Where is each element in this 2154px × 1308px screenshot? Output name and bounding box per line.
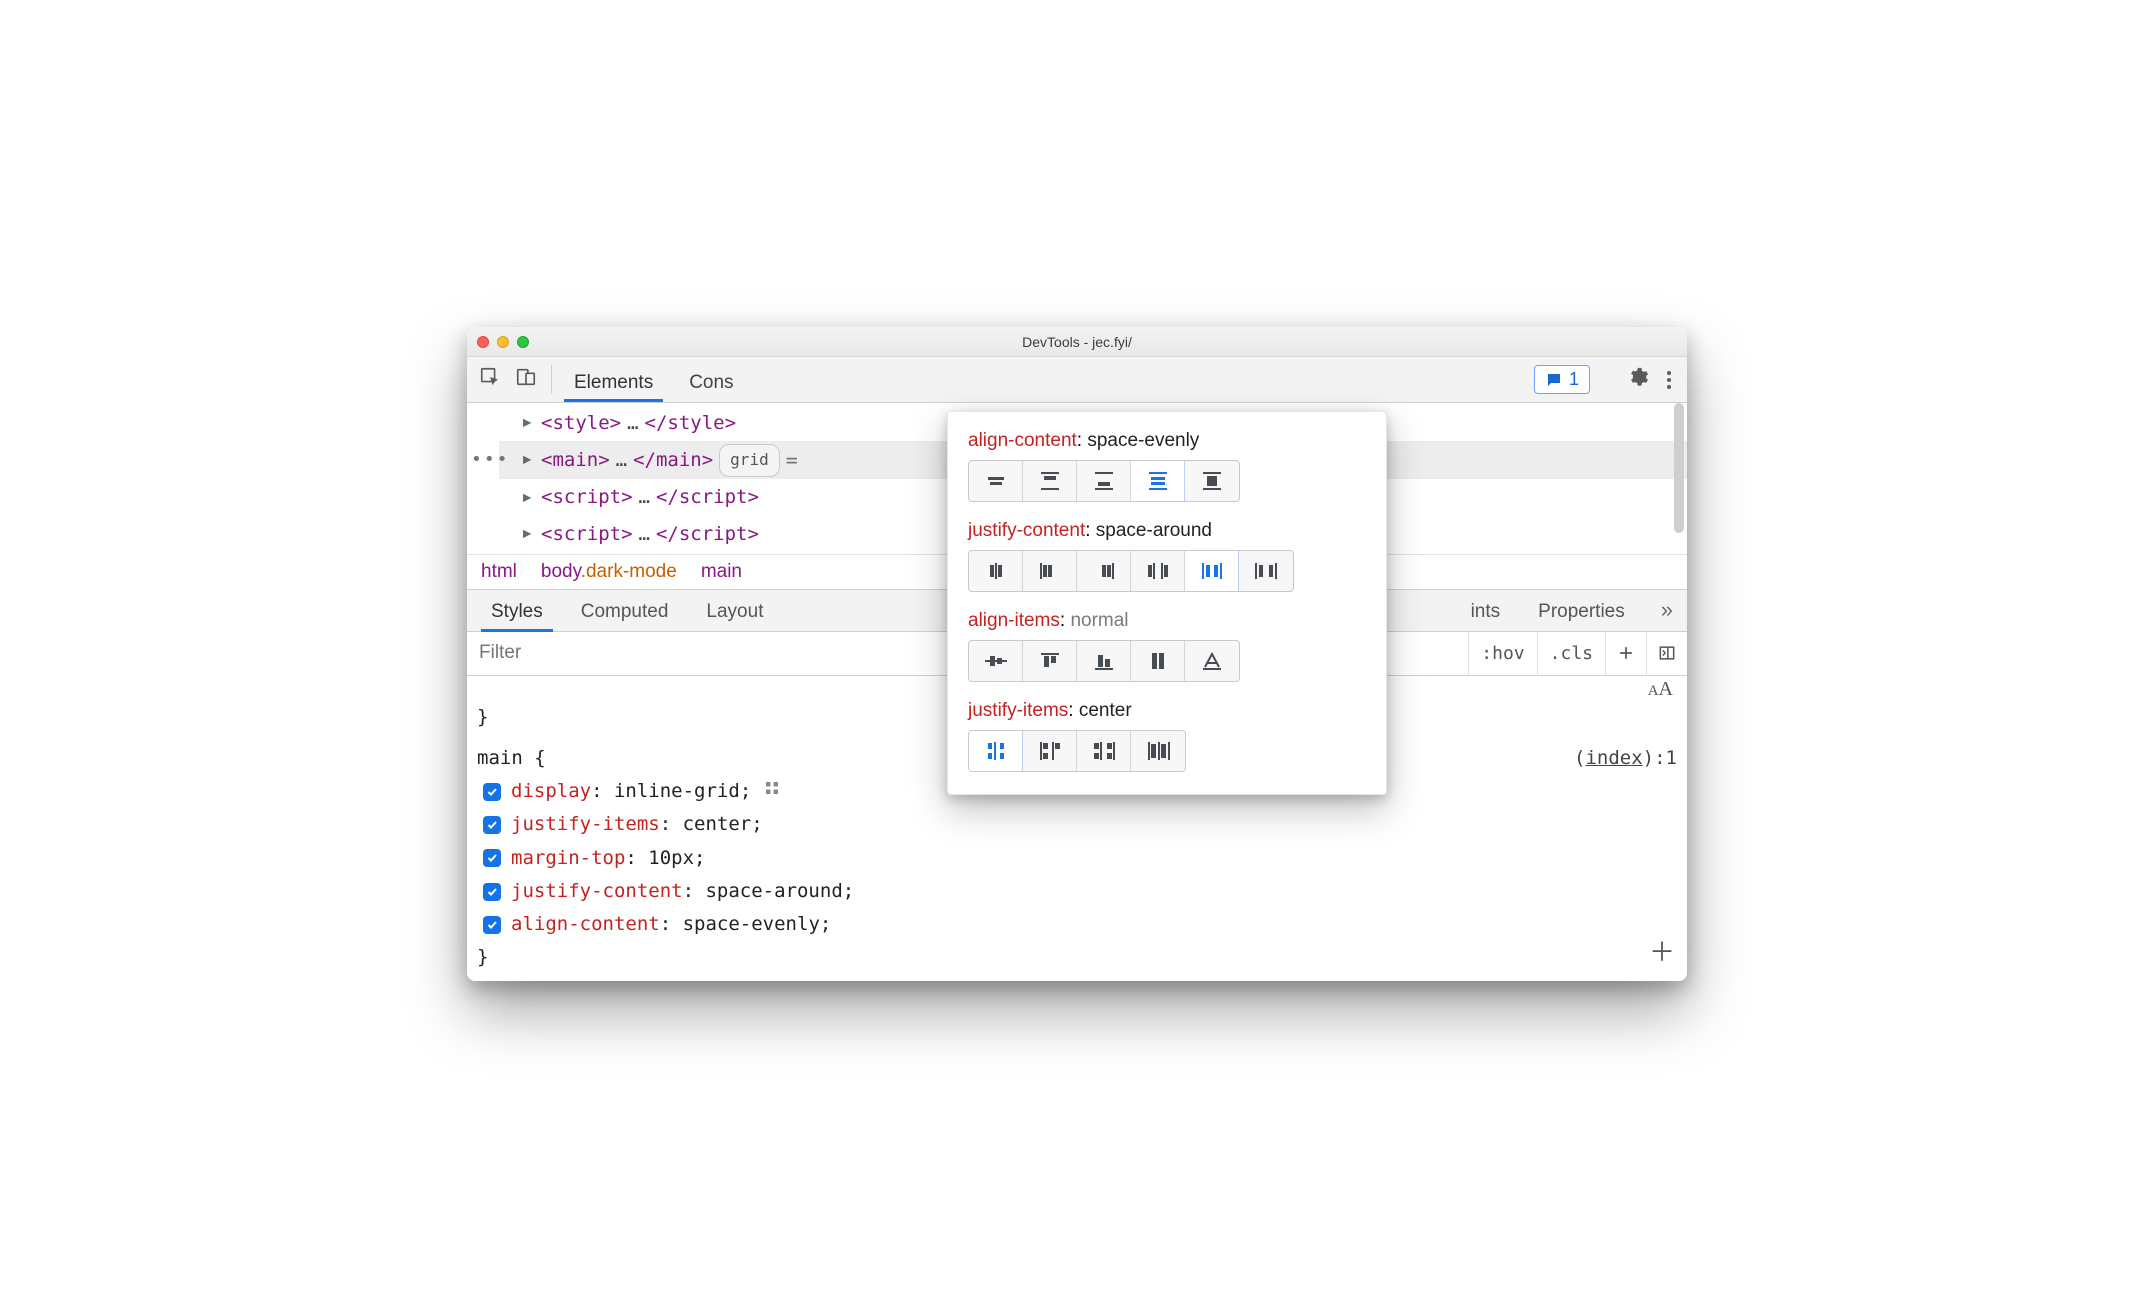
font-size-icon[interactable]: AA: [1648, 678, 1673, 701]
style-declaration[interactable]: align-content: space-evenly;: [477, 908, 1677, 941]
align-items-stretch-icon[interactable]: [1131, 641, 1185, 681]
justify-content-space-between-icon[interactable]: [1131, 551, 1185, 591]
justify-content-options: [968, 550, 1294, 592]
style-declaration[interactable]: justify-content: space-around;: [477, 875, 1677, 908]
overflow-tabs-icon[interactable]: »: [1647, 589, 1687, 631]
justify-items-section: justify-items: center: [968, 700, 1366, 772]
gear-icon[interactable]: [1627, 366, 1649, 393]
inspect-icon[interactable]: [479, 366, 501, 393]
align-items-start-icon[interactable]: [1023, 641, 1077, 681]
align-content-center-icon[interactable]: [969, 461, 1023, 501]
grid-badge[interactable]: grid: [719, 444, 780, 476]
breadcrumb-item[interactable]: main: [701, 561, 742, 583]
justify-content-space-around-icon[interactable]: [1185, 551, 1239, 591]
overflow-icon[interactable]: •••: [471, 443, 510, 477]
rule-source[interactable]: ((index):1index):1: [1574, 742, 1677, 775]
tab-properties[interactable]: Properties: [1522, 593, 1641, 631]
justify-content-section: justify-content: space-around: [968, 520, 1366, 592]
panel-tabs: Elements Cons: [556, 357, 1522, 402]
hov-button[interactable]: :hov: [1468, 632, 1536, 675]
panel-toggle-icon[interactable]: [1646, 632, 1687, 675]
equals-badge: =: [786, 441, 798, 479]
more-menu-icon[interactable]: [1663, 371, 1675, 389]
toggle-checkbox[interactable]: [483, 816, 501, 834]
add-rule-icon[interactable]: ＋: [1649, 931, 1675, 977]
align-content-start-icon[interactable]: [1023, 461, 1077, 501]
tab-console[interactable]: Cons: [671, 362, 751, 402]
justify-items-end-icon[interactable]: [1077, 731, 1131, 771]
devtools-window: DevTools - jec.fyi/ Elements Cons: [467, 327, 1687, 980]
breadcrumb-item[interactable]: body.dark-mode: [541, 561, 677, 583]
align-items-section: align-items: normal: [968, 610, 1366, 682]
caret-icon[interactable]: ▶: [523, 520, 531, 547]
issues-button[interactable]: 1: [1534, 365, 1590, 394]
toggle-checkbox[interactable]: [483, 783, 501, 801]
style-declaration[interactable]: margin-top: 10px;: [477, 842, 1677, 875]
align-items-center-icon[interactable]: [969, 641, 1023, 681]
caret-icon[interactable]: ▶: [523, 410, 531, 437]
main-toolbar: Elements Cons 1: [467, 357, 1687, 403]
device-toggle-icon[interactable]: [515, 366, 537, 393]
align-items-options: [968, 640, 1240, 682]
align-content-section: align-content: space-evenly: [968, 430, 1366, 502]
new-style-rule-icon[interactable]: [1605, 632, 1646, 675]
grid-editor-popover: align-content: space-evenly justify-cont…: [947, 411, 1387, 795]
tab-elements[interactable]: Elements: [556, 362, 671, 402]
property-value: inline-grid: [614, 780, 740, 802]
style-declaration[interactable]: justify-items: center;: [477, 808, 1677, 841]
justify-items-center-icon[interactable]: [969, 731, 1023, 771]
justify-content-start-icon[interactable]: [1023, 551, 1077, 591]
toggle-checkbox[interactable]: [483, 883, 501, 901]
caret-icon[interactable]: ▶: [523, 447, 531, 474]
toggle-checkbox[interactable]: [483, 849, 501, 867]
align-items-baseline-icon[interactable]: [1185, 641, 1239, 681]
breadcrumb-item[interactable]: html: [481, 561, 517, 583]
toggle-checkbox[interactable]: [483, 916, 501, 934]
justify-items-stretch-icon[interactable]: [1131, 731, 1185, 771]
caret-icon[interactable]: ▶: [523, 484, 531, 511]
scrollbar-thumb[interactable]: [1674, 403, 1684, 533]
filter-toolbar: :hov .cls: [1468, 632, 1687, 675]
justify-items-options: [968, 730, 1186, 772]
issues-count: 1: [1569, 369, 1579, 390]
toolbar-divider: [551, 365, 552, 394]
tab-computed[interactable]: Computed: [565, 593, 685, 631]
align-content-end-icon[interactable]: [1077, 461, 1131, 501]
align-content-stretch-icon[interactable]: [1185, 461, 1239, 501]
justify-content-space-evenly-icon[interactable]: [1239, 551, 1293, 591]
align-items-end-icon[interactable]: [1077, 641, 1131, 681]
titlebar: DevTools - jec.fyi/: [467, 327, 1687, 357]
grid-editor-icon[interactable]: [763, 775, 781, 808]
window-title: DevTools - jec.fyi/: [467, 334, 1687, 350]
justify-content-center-icon[interactable]: [969, 551, 1023, 591]
tab-breakpoints-partial[interactable]: ints: [1455, 593, 1517, 631]
tab-styles[interactable]: Styles: [475, 593, 559, 631]
property-name: display: [511, 780, 591, 802]
align-content-space-evenly-icon[interactable]: [1131, 461, 1185, 501]
justify-items-start-icon[interactable]: [1023, 731, 1077, 771]
align-content-options: [968, 460, 1240, 502]
tab-layout[interactable]: Layout: [690, 593, 779, 631]
justify-content-end-icon[interactable]: [1077, 551, 1131, 591]
cls-button[interactable]: .cls: [1537, 632, 1605, 675]
rule-selector[interactable]: main: [477, 747, 523, 769]
